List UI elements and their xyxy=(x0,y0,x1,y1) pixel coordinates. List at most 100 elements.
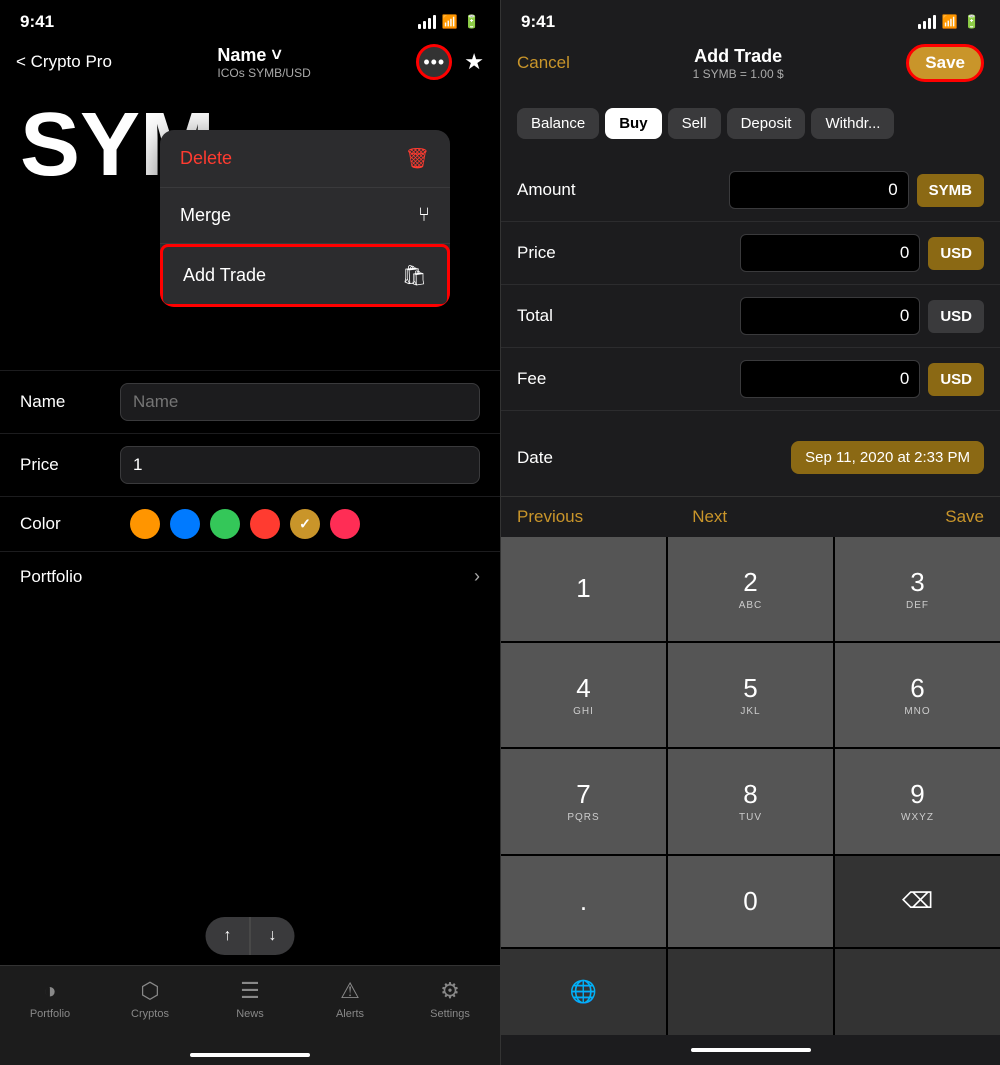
tab-alerts[interactable]: ⚠ Alerts xyxy=(300,978,400,1020)
key-2[interactable]: 2 ABC xyxy=(668,537,833,641)
color-row: Color xyxy=(0,496,500,551)
key-5[interactable]: 5 JKL xyxy=(668,643,833,747)
battery-icon-right: 🔋 xyxy=(964,14,980,30)
key-globe[interactable]: 🌐 xyxy=(501,949,666,1035)
tab-alerts-label: Alerts xyxy=(336,1008,364,1020)
key-3[interactable]: 3 DEF xyxy=(835,537,1000,641)
tab-news-label: News xyxy=(236,1008,264,1020)
tab-deposit[interactable]: Deposit xyxy=(727,108,806,139)
price-row-right: Price USD xyxy=(501,222,1000,285)
favorite-button[interactable]: ★ xyxy=(464,49,484,75)
home-indicator-left xyxy=(190,1053,310,1057)
status-bar-left: 9:41 📶 🔋 xyxy=(0,0,500,38)
total-row: Total USD xyxy=(501,285,1000,348)
previous-button[interactable]: Previous xyxy=(517,507,583,527)
portfolio-icon: ◑ xyxy=(43,978,56,1004)
trade-form: Amount SYMB Price USD Total USD Fee xyxy=(501,151,1000,419)
date-row: Date Sep 11, 2020 at 2:33 PM xyxy=(501,427,1000,488)
status-bar-right: 9:41 📶 🔋 xyxy=(501,0,1000,38)
amount-input[interactable] xyxy=(729,171,909,209)
fee-label: Fee xyxy=(517,369,597,389)
news-icon: ☰ xyxy=(240,978,260,1004)
dropdown-merge[interactable]: Merge ⑂ xyxy=(160,188,450,244)
nav-actions: ••• ★ xyxy=(416,44,484,80)
color-pink[interactable] xyxy=(330,509,360,539)
tab-balance[interactable]: Balance xyxy=(517,108,599,139)
up-arrow-button[interactable]: ↑ xyxy=(206,917,250,955)
add-trade-header: Cancel Add Trade 1 SYMB = 1.00 $ Save xyxy=(501,38,1000,96)
save-button-toolbar[interactable]: Save xyxy=(945,507,984,527)
delete-key[interactable]: ⌫ xyxy=(835,856,1000,947)
color-green[interactable] xyxy=(210,509,240,539)
tab-buy[interactable]: Buy xyxy=(605,108,661,139)
time-right: 9:41 xyxy=(521,12,555,32)
next-button[interactable]: Next xyxy=(692,507,727,527)
trade-type-tabs: Balance Buy Sell Deposit Withdr... xyxy=(501,96,1000,151)
price-input[interactable] xyxy=(120,446,480,484)
dropdown-add-trade[interactable]: Add Trade 🛍 xyxy=(160,244,450,307)
add-trade-icon: 🛍 xyxy=(402,263,427,288)
key-8[interactable]: 8 TUV xyxy=(668,749,833,853)
add-trade-subtitle: 1 SYMB = 1.00 $ xyxy=(693,67,784,81)
dropdown-delete[interactable]: Delete 🗑 xyxy=(160,130,450,188)
portfolio-row[interactable]: Portfolio › xyxy=(0,551,500,601)
key-7[interactable]: 7 PQRS xyxy=(501,749,666,853)
portfolio-label: Portfolio xyxy=(20,567,82,587)
left-panel: 9:41 📶 🔋 < Crypto Pro Name ˅ ICOs SYMB/U… xyxy=(0,0,500,1065)
time-left: 9:41 xyxy=(20,12,54,32)
amount-row: Amount SYMB xyxy=(501,159,1000,222)
back-button[interactable]: < Crypto Pro xyxy=(16,52,112,72)
key-0[interactable]: 0 xyxy=(668,856,833,947)
color-orange[interactable] xyxy=(130,509,160,539)
key-empty-2 xyxy=(835,949,1000,1035)
add-trade-title: Add Trade xyxy=(693,46,784,67)
key-1[interactable]: 1 xyxy=(501,537,666,641)
tab-sell[interactable]: Sell xyxy=(668,108,721,139)
merge-icon: ⑂ xyxy=(418,204,430,227)
amount-currency: SYMB xyxy=(917,174,984,207)
total-input[interactable] xyxy=(740,297,920,335)
price-label-right: Price xyxy=(517,243,597,263)
dropdown-menu: Delete 🗑 Merge ⑂ Add Trade 🛍 xyxy=(160,130,450,307)
tab-news[interactable]: ☰ News xyxy=(200,978,300,1020)
save-button-header[interactable]: Save xyxy=(906,44,984,82)
color-blue[interactable] xyxy=(170,509,200,539)
signal-bars-right xyxy=(918,15,936,29)
key-9[interactable]: 9 WXYZ xyxy=(835,749,1000,853)
date-picker[interactable]: Sep 11, 2020 at 2:33 PM xyxy=(791,441,984,474)
keyboard-toolbar: Previous Next Save xyxy=(501,496,1000,537)
more-options-button[interactable]: ••• xyxy=(416,44,452,80)
signal-bars-left xyxy=(418,15,436,29)
name-row: Name xyxy=(0,370,500,433)
nav-subtitle-left: ICOs SYMB/USD xyxy=(217,66,310,80)
key-empty xyxy=(668,949,833,1035)
nav-arrows: ↑ ↓ xyxy=(206,917,295,955)
tab-settings-label: Settings xyxy=(430,1008,470,1020)
fee-input[interactable] xyxy=(740,360,920,398)
tab-portfolio[interactable]: ◑ Portfolio xyxy=(0,978,100,1020)
date-label: Date xyxy=(517,448,553,468)
price-input-right[interactable] xyxy=(740,234,920,272)
color-red[interactable] xyxy=(250,509,280,539)
backspace-icon: ⌫ xyxy=(902,888,933,914)
tab-settings[interactable]: ⚙ Settings xyxy=(400,978,500,1020)
tab-withdraw[interactable]: Withdr... xyxy=(811,108,894,139)
down-arrow-button[interactable]: ↓ xyxy=(251,917,295,955)
tab-cryptos[interactable]: ⬡ Cryptos xyxy=(100,978,200,1020)
amount-label: Amount xyxy=(517,180,597,200)
nav-title-left: Name ˅ xyxy=(217,45,310,66)
total-label: Total xyxy=(517,306,597,326)
price-label: Price xyxy=(20,455,120,475)
key-4[interactable]: 4 GHI xyxy=(501,643,666,747)
status-icons-right: 📶 🔋 xyxy=(918,14,980,30)
fee-currency: USD xyxy=(928,363,984,396)
key-dot[interactable]: . xyxy=(501,856,666,947)
name-input[interactable] xyxy=(120,383,480,421)
total-currency: USD xyxy=(928,300,984,333)
globe-icon: 🌐 xyxy=(570,979,597,1005)
tab-portfolio-label: Portfolio xyxy=(30,1008,70,1020)
cancel-button[interactable]: Cancel xyxy=(517,53,570,73)
color-gold[interactable] xyxy=(290,509,320,539)
delete-icon: 🗑 xyxy=(405,146,430,171)
key-6[interactable]: 6 MNO xyxy=(835,643,1000,747)
